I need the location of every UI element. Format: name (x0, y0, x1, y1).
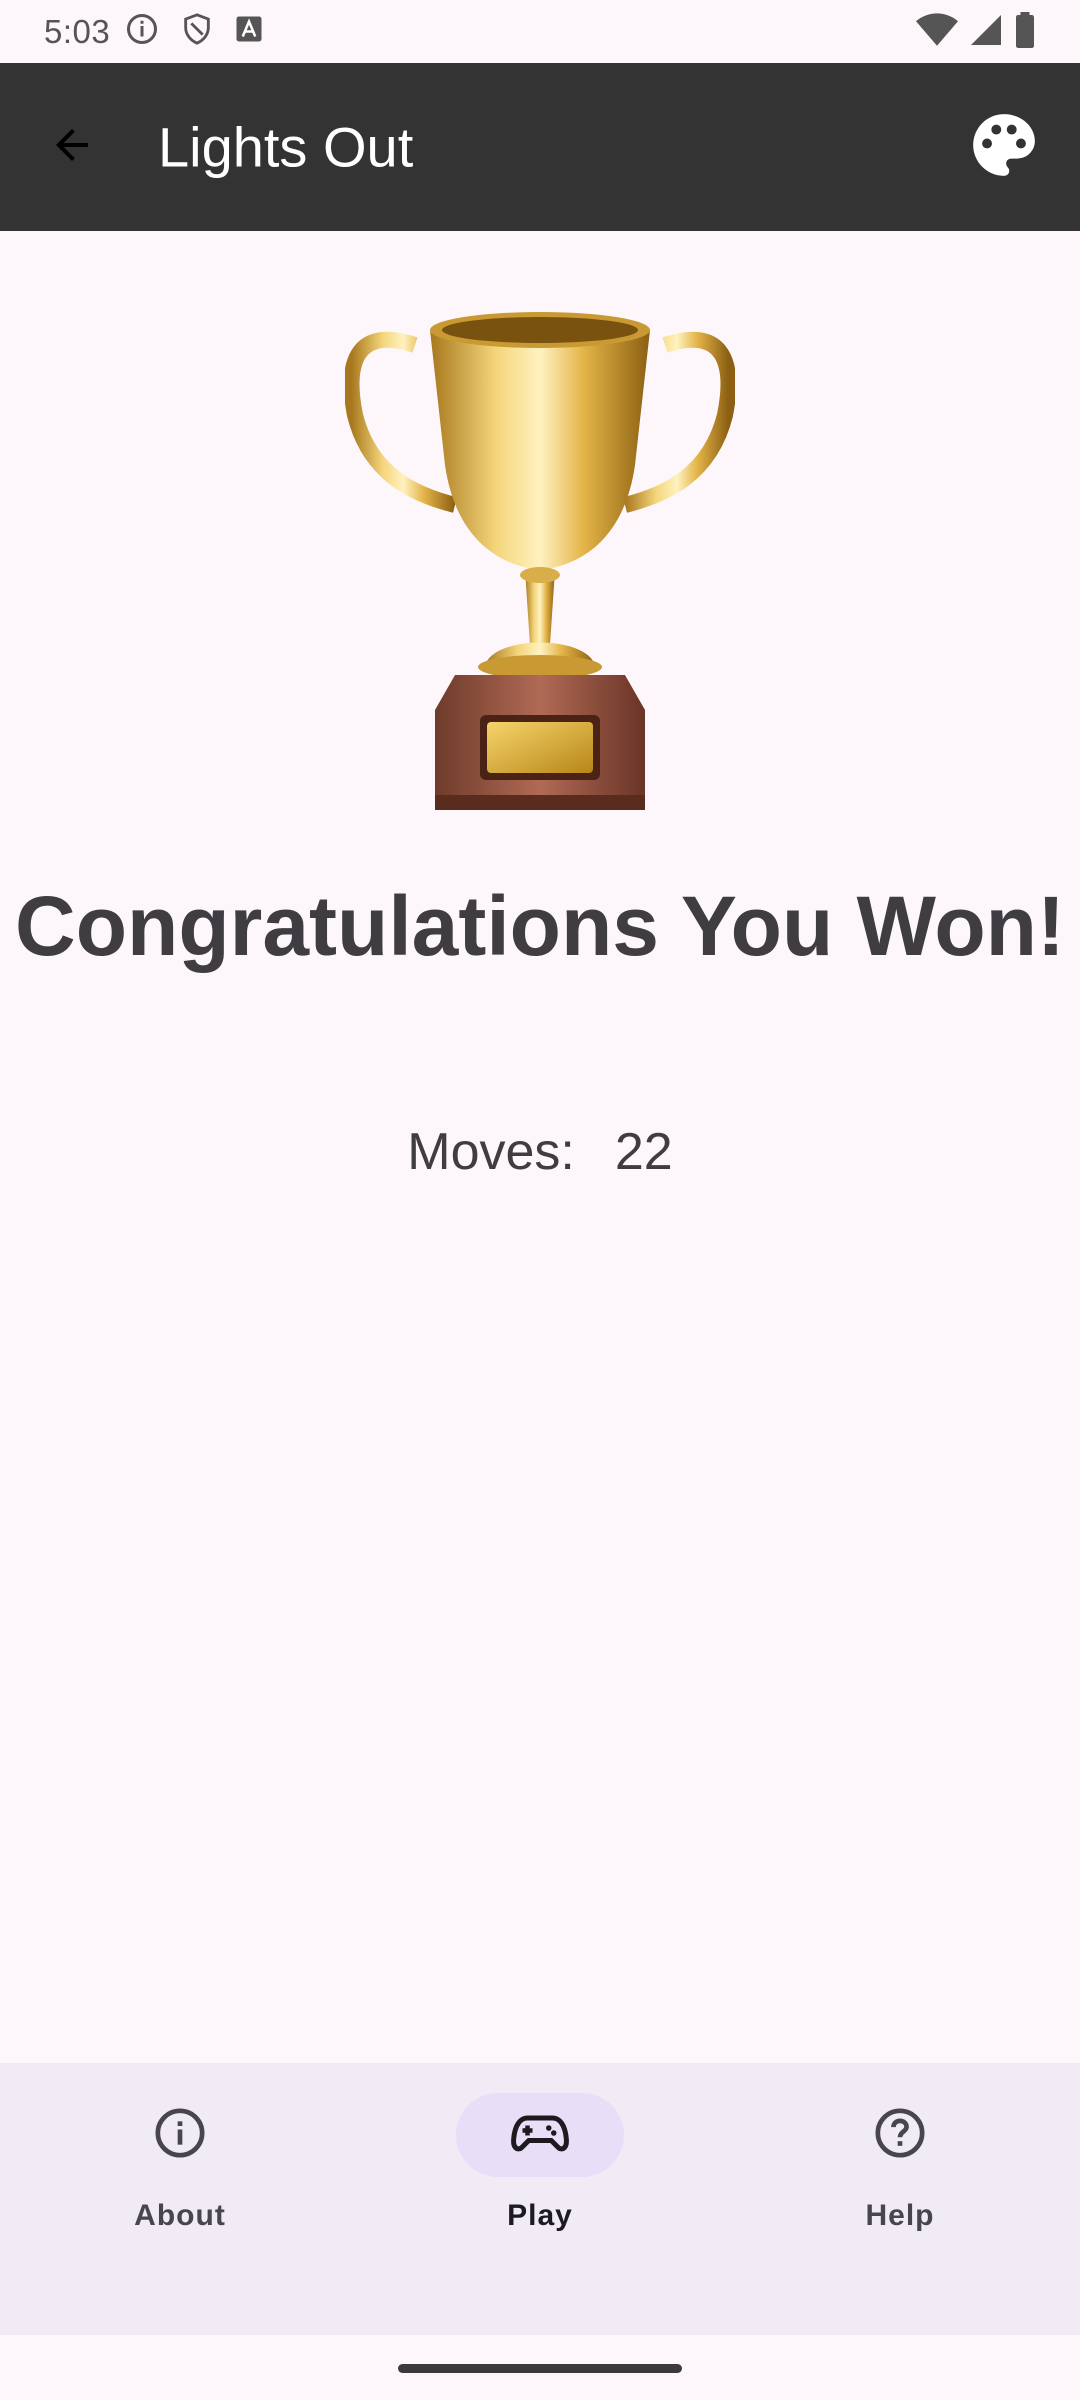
info-icon (124, 11, 160, 52)
app-bar: Lights Out (0, 63, 1080, 231)
signal-icon (968, 12, 1004, 53)
screen: 5:03 Lights Out Congratulations You Won!… (0, 0, 1080, 2400)
nav-pill-help (816, 2093, 984, 2177)
nav-item-about[interactable]: About (60, 2093, 300, 2293)
status-bar: 5:03 (0, 0, 1080, 63)
back-button[interactable] (36, 111, 108, 183)
app-title: Lights Out (158, 115, 414, 179)
moves-counter: Moves: 22 (0, 1122, 1080, 1182)
palette-button[interactable] (964, 107, 1044, 187)
win-headline: Congratulations You Won! (15, 879, 1065, 973)
status-time: 5:03 (44, 12, 111, 50)
nav-item-help[interactable]: Help (780, 2093, 1020, 2293)
gesture-handle[interactable] (398, 2364, 682, 2373)
nav-label-help: Help (865, 2199, 935, 2232)
moves-label: Moves: (407, 1123, 575, 1181)
wifi-icon (916, 12, 958, 53)
status-icons-left (124, 11, 264, 52)
arrow-back-icon (48, 121, 96, 174)
status-icons-right (916, 12, 1036, 53)
bottom-nav: About Play Help (0, 2063, 1080, 2335)
gamepad-icon (510, 2103, 570, 2168)
help-outline-icon (872, 2105, 928, 2166)
nav-pill-about (96, 2093, 264, 2177)
moves-value: 22 (614, 1123, 673, 1181)
info-outline-icon (152, 2105, 208, 2166)
nav-label-about: About (134, 2199, 226, 2232)
trophy-icon (343, 305, 737, 815)
nav-label-play: Play (507, 2199, 573, 2232)
battery-icon (1014, 12, 1036, 53)
nav-pill-play (456, 2093, 624, 2177)
text-a-icon (234, 14, 264, 49)
nav-item-play[interactable]: Play (420, 2093, 660, 2293)
palette-icon (967, 108, 1041, 187)
shield-icon (180, 11, 214, 52)
